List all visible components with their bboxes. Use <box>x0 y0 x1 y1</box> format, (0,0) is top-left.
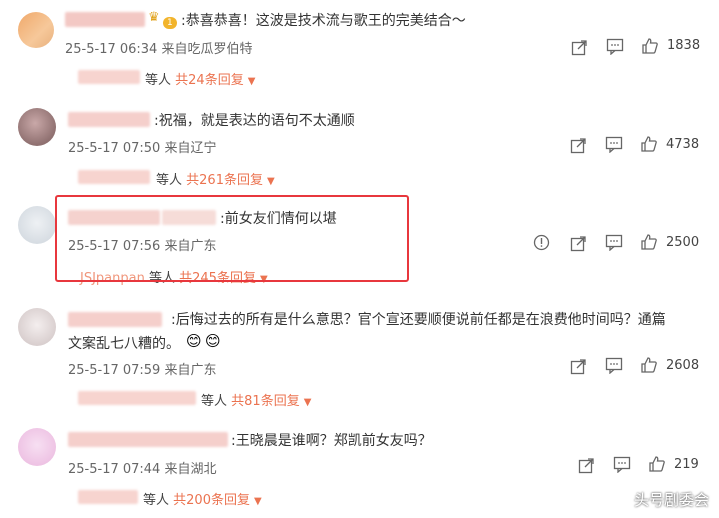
reply-user-blurred[interactable] <box>78 170 150 184</box>
avatar[interactable] <box>18 308 56 346</box>
comment-text: :恭喜恭喜！这波是技术流与歌王的完美结合～ <box>181 13 466 29</box>
reply-summary[interactable]: 等人 共200条回复 ▼ <box>143 489 262 508</box>
comment-text: :王晓晨是谁啊？郑凯前女友吗？ <box>231 433 432 449</box>
thumbs-up-icon[interactable] <box>641 37 659 55</box>
comment-text: :祝福，就是表达的语句不太通顺 <box>154 113 355 129</box>
highlight-box <box>55 195 409 282</box>
username-blurred[interactable] <box>68 432 228 447</box>
comment-text-line2: 文案乱七八糟的。 <box>68 336 180 352</box>
avatar[interactable] <box>18 428 56 466</box>
comment-meta: 25-5-17 06:34 来自吃瓜罗伯特 <box>65 42 253 57</box>
avatar[interactable] <box>18 206 56 244</box>
emoji-icon: 😊 <box>186 332 202 350</box>
thumbs-up-icon[interactable] <box>648 455 666 473</box>
share-icon[interactable] <box>570 137 587 154</box>
reply-summary[interactable]: 等人 共24条回复 ▼ <box>145 69 255 88</box>
share-icon[interactable] <box>570 235 587 252</box>
avatar[interactable] <box>18 12 54 48</box>
like-count: 4738 <box>666 137 700 152</box>
share-icon[interactable] <box>578 457 595 474</box>
report-icon[interactable] <box>533 234 550 251</box>
comment-icon[interactable] <box>605 357 623 374</box>
comment-icon[interactable] <box>606 38 624 55</box>
like-count: 1838 <box>667 38 701 53</box>
comment-1: ♛ 1 :恭喜恭喜！这波是技术流与歌王的完美结合～ 25-5-17 06:34 … <box>0 0 719 95</box>
thumbs-up-icon[interactable] <box>640 356 658 374</box>
like-count: 2608 <box>666 358 700 373</box>
username-blurred[interactable] <box>68 112 150 127</box>
reply-user-blurred[interactable] <box>78 490 138 504</box>
reply-summary[interactable]: 等人 共81条回复 ▼ <box>201 390 311 409</box>
like-count: 2500 <box>666 235 700 250</box>
thumbs-up-icon[interactable] <box>640 233 658 251</box>
comment-icon[interactable] <box>613 456 631 473</box>
reply-summary[interactable]: 等人 共261条回复 ▼ <box>156 169 275 188</box>
like-count: 219 <box>674 457 699 472</box>
crown-icon: ♛ <box>148 10 160 25</box>
watermark: 头号剧委会 <box>633 491 709 509</box>
thumbs-up-icon[interactable] <box>640 135 658 153</box>
level-badge: 1 <box>163 12 177 31</box>
avatar[interactable] <box>18 108 56 146</box>
username-blurred[interactable] <box>65 12 145 27</box>
chevron-down-icon: ▼ <box>247 76 256 87</box>
share-icon[interactable] <box>571 39 588 56</box>
comment-meta: 25-5-17 07:44 来自湖北 <box>68 462 217 477</box>
comment-meta: 25-5-17 07:50 来自辽宁 <box>68 141 217 156</box>
comment-meta: 25-5-17 07:59 来自广东 <box>68 363 217 378</box>
comment-icon[interactable] <box>605 136 623 153</box>
reply-user-blurred[interactable] <box>78 391 196 405</box>
reply-user-blurred[interactable] <box>78 70 140 84</box>
username-blurred[interactable] <box>68 312 162 327</box>
comment-icon[interactable] <box>605 234 623 251</box>
share-icon[interactable] <box>570 358 587 375</box>
comment-text: :后悔过去的所有是什么意思？官个宣还要顺便说前任都是在浪费他时间吗？通篇 <box>171 312 666 328</box>
chevron-down-icon: ▼ <box>303 397 312 408</box>
chevron-down-icon: ▼ <box>253 496 262 507</box>
chevron-down-icon: ▼ <box>266 176 275 187</box>
emoji-icon: 😊 <box>205 332 221 350</box>
